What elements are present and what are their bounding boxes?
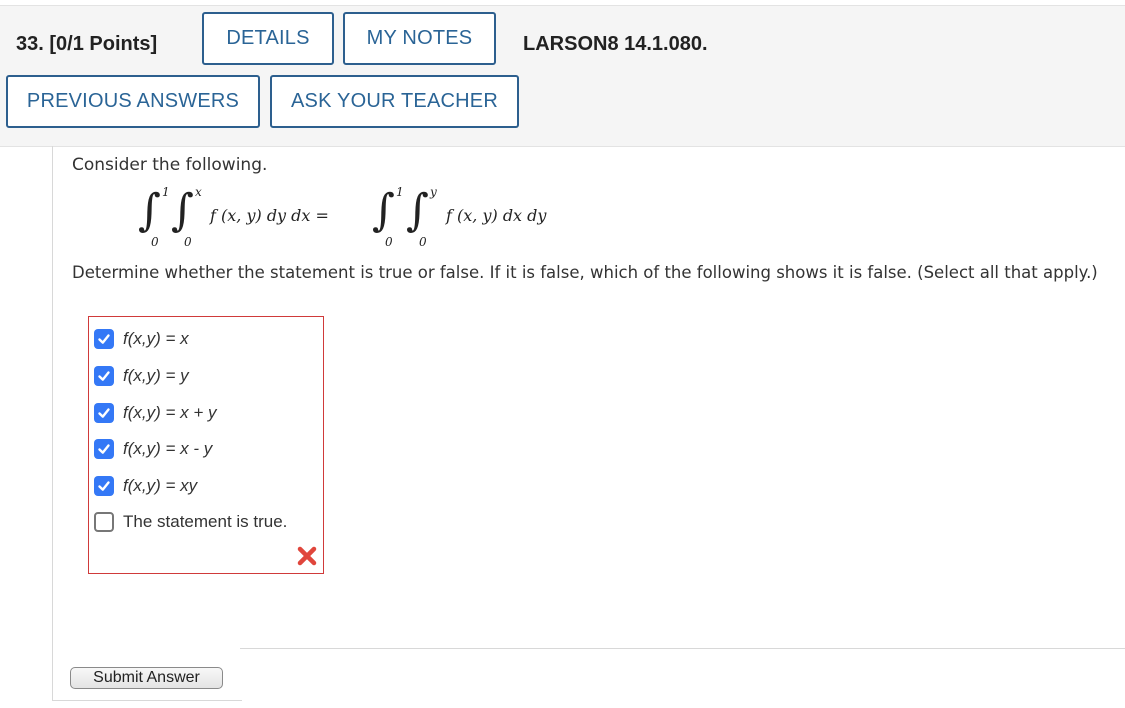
checkbox-checked[interactable] — [94, 329, 114, 349]
option-statement-true[interactable]: The statement is true. — [94, 510, 287, 534]
divider — [240, 648, 1125, 649]
outer-lower-limit: 0 — [151, 235, 159, 249]
option-f-equals-y[interactable]: f(x,y) = y — [94, 364, 189, 388]
outer-lower-limit: 0 — [385, 235, 393, 249]
checkbox-checked[interactable] — [94, 476, 114, 496]
option-label: f(x,y) = x — [123, 329, 189, 348]
double-integral-equation: ∫ 1 0 ∫ x 0 f (x, y) dy dx = ∫ 1 0 ∫ y 0… — [138, 183, 578, 253]
checkmark-icon — [98, 371, 110, 381]
details-button[interactable]: DETAILS — [202, 12, 334, 65]
points-badge: [0/1 Points] — [49, 33, 158, 55]
incorrect-x-icon — [297, 546, 317, 566]
outer-upper-limit: 1 — [396, 185, 404, 199]
option-label: f(x,y) = x - y — [123, 439, 213, 458]
previous-answers-button[interactable]: PREVIOUS ANSWERS — [6, 75, 260, 128]
checkbox-unchecked[interactable] — [94, 512, 114, 532]
checkmark-icon — [98, 481, 110, 491]
my-notes-button[interactable]: MY NOTES — [343, 12, 496, 65]
submit-answer-button[interactable]: Submit Answer — [70, 667, 223, 689]
integral-sign: ∫ — [372, 185, 395, 236]
checkbox-checked[interactable] — [94, 366, 114, 386]
right-integrand: f (x, y) dx dy — [446, 206, 547, 225]
integral-sign: ∫ — [138, 185, 161, 236]
option-f-equals-x-minus-y[interactable]: f(x,y) = x - y — [94, 437, 212, 461]
question-number: 33. [0/1 Points] — [16, 33, 158, 55]
left-integrand: f (x, y) dy dx = — [210, 206, 329, 225]
inner-upper-limit: y — [430, 185, 437, 199]
option-f-equals-xy[interactable]: f(x,y) = xy — [94, 474, 197, 498]
integral-sign: ∫ — [171, 185, 194, 236]
option-label: f(x,y) = xy — [123, 476, 198, 495]
divider — [52, 700, 242, 701]
option-f-equals-x[interactable]: f(x,y) = x — [94, 327, 189, 351]
question-prompt: Consider the following. — [72, 155, 268, 175]
checkbox-checked[interactable] — [94, 403, 114, 423]
ask-your-teacher-button[interactable]: ASK YOUR TEACHER — [270, 75, 519, 128]
inner-lower-limit: 0 — [184, 235, 192, 249]
option-label: f(x,y) = y — [123, 366, 189, 385]
integral-sign: ∫ — [406, 185, 429, 236]
option-label: The statement is true. — [123, 512, 288, 531]
question-code: LARSON8 14.1.080. — [523, 33, 708, 55]
option-f-equals-x-plus-y[interactable]: f(x,y) = x + y — [94, 401, 217, 425]
option-label: f(x,y) = x + y — [123, 403, 217, 422]
outer-upper-limit: 1 — [162, 185, 170, 199]
checkmark-icon — [98, 334, 110, 344]
checkmark-icon — [98, 408, 110, 418]
inner-upper-limit: x — [195, 185, 202, 199]
checkmark-icon — [98, 444, 110, 454]
inner-lower-limit: 0 — [419, 235, 427, 249]
checkbox-checked[interactable] — [94, 439, 114, 459]
question-instruction: Determine whether the statement is true … — [72, 263, 1098, 282]
